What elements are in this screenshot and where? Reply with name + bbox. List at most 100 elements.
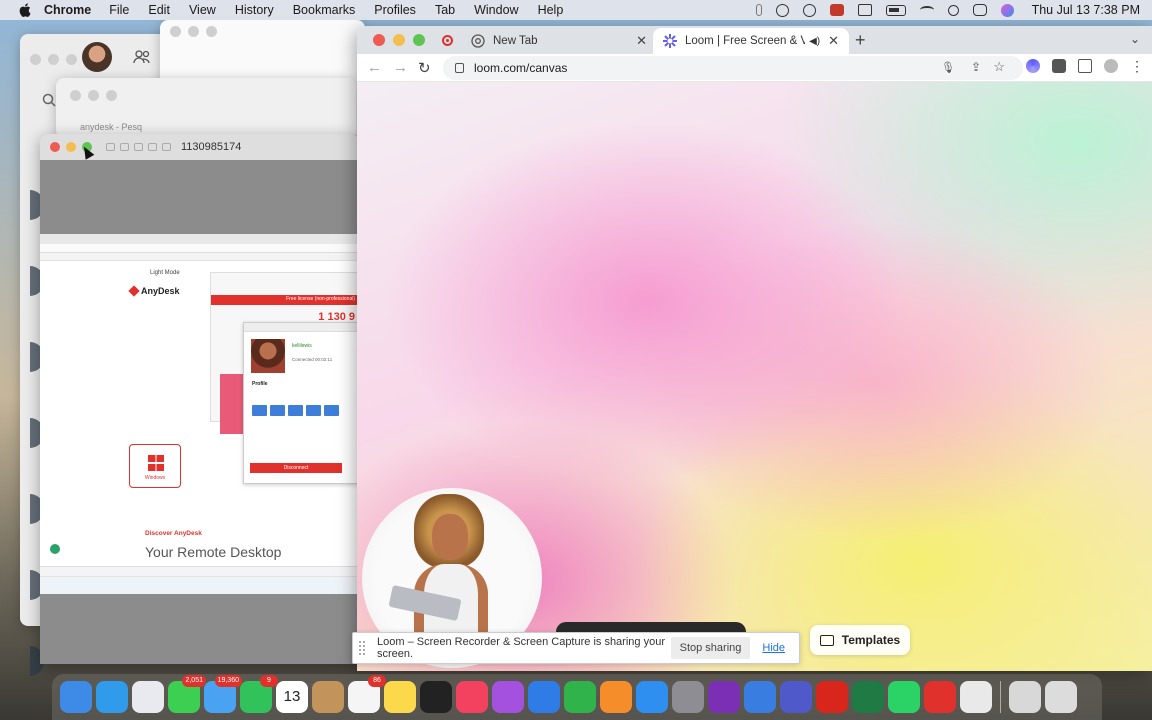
wifi-icon[interactable] (919, 6, 934, 14)
mic-status-icon[interactable] (755, 4, 762, 16)
menu-tab[interactable]: Tab (435, 3, 455, 17)
tab-search-chevron-icon[interactable]: ⌄ (1130, 32, 1140, 46)
close-icon[interactable] (30, 54, 41, 65)
monitor-icon[interactable] (106, 143, 115, 151)
remote-desktop-view[interactable]: Light Mode AnyDesk Windows Discover AnyD… (40, 234, 358, 594)
fullscreen-icon[interactable] (413, 34, 425, 46)
background-window-safari[interactable]: anydesk - Pesq (56, 78, 356, 138)
side-panel-icon[interactable] (1078, 59, 1092, 73)
tab-audio-icon[interactable]: ◀) (809, 36, 820, 47)
dock-trash-icon[interactable] (1045, 681, 1077, 713)
back-button[interactable]: ← (367, 59, 382, 76)
actions-icon[interactable] (148, 143, 157, 151)
menu-edit[interactable]: Edit (148, 3, 170, 17)
anydesk-remote-window[interactable]: 1130985174 Light Mode AnyDesk Windows Di… (40, 134, 358, 664)
discover-link[interactable]: Discover AnyDesk (145, 530, 202, 537)
bookmark-star-icon[interactable]: ☆ (993, 59, 1005, 75)
address-bar[interactable]: loom.com/canvas 🎙 ⇪ ☆ (443, 56, 1023, 80)
dock-systemsettings-icon[interactable] (672, 681, 704, 713)
reload-button[interactable]: ↻ (418, 59, 431, 77)
dock-pages-icon[interactable] (600, 681, 632, 713)
dock-whatsapp-icon[interactable] (888, 681, 920, 713)
anydesk-status-icon[interactable] (829, 4, 844, 16)
zoom-icon[interactable] (66, 54, 77, 65)
dock-notes-icon[interactable] (384, 681, 416, 713)
hide-banner-link[interactable]: Hide (762, 642, 785, 654)
menu-view[interactable]: View (189, 3, 216, 17)
remote-bookmarks-bar[interactable] (40, 253, 358, 261)
minimize-icon[interactable] (66, 142, 76, 152)
minimize-icon[interactable] (88, 90, 99, 101)
dock-keynote-icon[interactable] (528, 681, 560, 713)
url-text[interactable]: loom.com/canvas (474, 61, 567, 75)
monitor-icon[interactable] (252, 405, 267, 416)
kebab-menu-icon[interactable]: ⋮ (1130, 59, 1144, 73)
menu-file[interactable]: File (109, 3, 129, 17)
screen-mirror-icon[interactable] (857, 4, 872, 16)
remote-browser-urlbar[interactable] (40, 244, 358, 253)
windows-download-button[interactable]: Windows (129, 444, 181, 488)
dock-anydesk-icon[interactable] (924, 681, 956, 713)
dock-excel-icon[interactable] (852, 681, 884, 713)
dock-messages-icon[interactable]: 2,051 (168, 675, 206, 713)
dock-facetime-icon[interactable]: 9 (240, 675, 278, 713)
tab-loom[interactable]: Loom | Free Screen & Vide ◀) ✕ (653, 28, 849, 54)
dock-appstore-icon[interactable] (636, 681, 668, 713)
recording-icon[interactable] (442, 35, 453, 46)
extensions-puzzle-icon[interactable] (1052, 59, 1066, 73)
remote-taskbar[interactable] (40, 566, 358, 594)
screenshot-icon[interactable] (324, 405, 339, 416)
close-icon[interactable] (170, 26, 181, 37)
background-tab-label[interactable]: anydesk - Pesq (80, 122, 142, 132)
profile-icon[interactable] (1104, 59, 1118, 73)
profile-card[interactable]: kellilewis Connected 00:02:11 Profile Di… (243, 322, 358, 484)
battery-icon[interactable] (885, 4, 906, 16)
siri-icon[interactable] (1000, 3, 1014, 17)
loom-extension-icon[interactable] (1026, 59, 1040, 73)
dock-safari-icon[interactable] (96, 681, 128, 713)
chat-icon[interactable] (288, 405, 303, 416)
templates-button[interactable]: Templates (810, 625, 910, 655)
focus-status-icon[interactable] (775, 3, 789, 17)
active-app-name[interactable]: Chrome (44, 3, 91, 17)
zoom-icon[interactable] (106, 90, 117, 101)
dock-todo-icon[interactable] (744, 681, 776, 713)
dock-reminders-icon[interactable]: 86 (348, 675, 386, 713)
dock-launchpad-icon[interactable] (132, 681, 164, 713)
dock-podcasts-icon[interactable] (492, 681, 524, 713)
dock-contacts-icon[interactable] (312, 681, 344, 713)
dock-onenote-icon[interactable] (708, 681, 740, 713)
files-icon[interactable] (270, 405, 285, 416)
forward-button[interactable]: → (393, 59, 408, 76)
dock-finder-icon[interactable] (60, 681, 92, 713)
minimize-icon[interactable] (393, 34, 405, 46)
menu-window[interactable]: Window (474, 3, 518, 17)
dock-appletv-icon[interactable] (420, 681, 452, 713)
remote-taskbar-tabs[interactable] (40, 567, 358, 577)
tab-new-tab[interactable]: New Tab ✕ (461, 28, 657, 54)
dock-teams-icon[interactable] (780, 681, 812, 713)
avatar[interactable] (82, 42, 112, 72)
close-tab-icon[interactable]: ✕ (636, 33, 647, 49)
whatsapp-float-icon[interactable] (48, 542, 62, 556)
menu-help[interactable]: Help (538, 3, 564, 17)
menu-bar-clock[interactable]: Thu Jul 13 7:38 PM (1032, 3, 1140, 17)
dock-chrome-icon[interactable] (960, 681, 992, 713)
chat-icon[interactable] (120, 143, 129, 151)
light-mode-label[interactable]: Light Mode (150, 270, 180, 276)
globe-icon[interactable] (162, 143, 171, 151)
close-icon[interactable] (373, 34, 385, 46)
menu-history[interactable]: History (235, 3, 274, 17)
dock-numbers-icon[interactable] (564, 681, 596, 713)
zoom-icon[interactable] (206, 26, 217, 37)
dock-acrobat-icon[interactable] (816, 681, 848, 713)
dock-calendar-icon[interactable]: 13 (276, 681, 308, 713)
minimize-icon[interactable] (48, 54, 59, 65)
spotlight-icon[interactable] (947, 4, 959, 16)
control-center-icon[interactable] (972, 4, 987, 16)
disconnect-button[interactable]: Disconnect (250, 463, 342, 473)
audio-icon[interactable] (306, 405, 321, 416)
close-icon[interactable] (50, 142, 60, 152)
screen-sharing-banner[interactable]: Loom – Screen Recorder & Screen Capture … (352, 632, 800, 664)
close-tab-icon[interactable]: ✕ (828, 33, 839, 49)
